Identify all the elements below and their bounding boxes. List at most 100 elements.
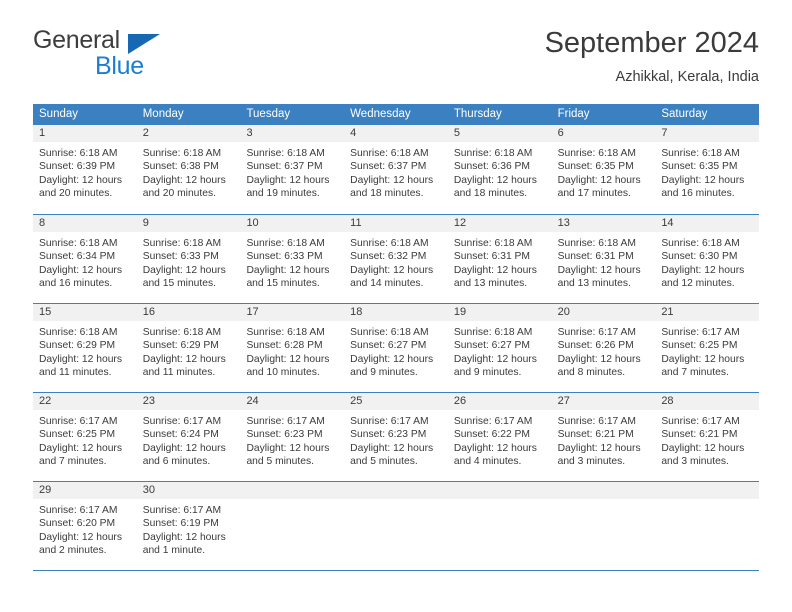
- day-number-band: 18: [344, 304, 448, 321]
- calendar-day-cell[interactable]: 26 Sunrise: 6:17 AM Sunset: 6:22 PM Dayligh…: [447, 393, 552, 481]
- daylight-duration-line1: Daylight: 12 hours: [246, 353, 330, 365]
- day-number: 9: [142, 217, 149, 229]
- daylight-duration-line1: Daylight: 12 hours: [39, 264, 122, 276]
- sunrise-time: Sunrise: 6:18 AM: [453, 238, 533, 249]
- day-number-band: 13: [551, 215, 656, 232]
- generalblue-logo[interactable]: General Blue: [33, 26, 253, 84]
- calendar-week-row: 15 Sunrise: 6:18 AM Sunset: 6:29 PM Dayligh…: [33, 303, 760, 392]
- calendar-day-cell[interactable]: 28 Sunrise: 6:17 AM Sunset: 6:21 PM Dayligh…: [655, 393, 760, 481]
- day-header-sunday: Sunday: [39, 108, 79, 120]
- calendar-cell-empty: [344, 482, 448, 570]
- day-number: 25: [350, 395, 363, 407]
- calendar-cell-empty: [240, 482, 345, 570]
- calendar-cell-empty: [447, 482, 552, 570]
- daylight-duration-line1: Daylight: 12 hours: [453, 264, 537, 276]
- day-header-thursday: Thursday: [453, 108, 502, 120]
- calendar-day-cell[interactable]: 20 Sunrise: 6:17 AM Sunset: 6:26 PM Dayligh…: [551, 304, 656, 392]
- day-number-band: 22: [33, 393, 137, 410]
- day-number-band: 3: [240, 125, 345, 142]
- sunrise-time: Sunrise: 6:18 AM: [453, 327, 533, 338]
- calendar-day-cell[interactable]: 2 Sunrise: 6:18 AM Sunset: 6:38 PM Daylight…: [136, 125, 241, 214]
- sunrise-time: Sunrise: 6:17 AM: [246, 416, 325, 427]
- sunrise-time: Sunrise: 6:17 AM: [661, 416, 740, 427]
- day-number: 22: [39, 395, 52, 407]
- calendar-day-cell[interactable]: 8 Sunrise: 6:18 AM Sunset: 6:34 PM Daylight…: [33, 215, 137, 303]
- calendar-page: General Blue September 2024 Azhikkal, Ke…: [0, 0, 792, 612]
- calendar-day-cell[interactable]: 7 Sunrise: 6:18 AM Sunset: 6:35 PM Daylight…: [655, 125, 760, 214]
- sunset-time: Sunset: 6:26 PM: [557, 340, 634, 352]
- sunrise-sunset-calendar: Sunday Monday Tuesday Wednesday Thursday…: [33, 104, 760, 571]
- calendar-day-cell[interactable]: 29 Sunrise: 6:17 AM Sunset: 6:20 PM Dayligh…: [33, 482, 137, 570]
- calendar-day-cell[interactable]: 16 Sunrise: 6:18 AM Sunset: 6:29 PM Dayligh…: [136, 304, 241, 392]
- calendar-day-cell[interactable]: 5 Sunrise: 6:18 AM Sunset: 6:36 PM Daylight…: [447, 125, 552, 214]
- page-header: General Blue September 2024 Azhikkal, Ke…: [33, 26, 759, 96]
- calendar-day-cell[interactable]: 9 Sunrise: 6:18 AM Sunset: 6:33 PM Daylight…: [136, 215, 241, 303]
- logo-text-blue: Blue: [95, 52, 144, 80]
- calendar-day-cell[interactable]: 14 Sunrise: 6:18 AM Sunset: 6:30 PM Dayligh…: [655, 215, 760, 303]
- calendar-day-cell[interactable]: 10 Sunrise: 6:18 AM Sunset: 6:33 PM Dayligh…: [240, 215, 345, 303]
- day-header-tuesday: Tuesday: [246, 108, 291, 120]
- calendar-day-cell[interactable]: 24 Sunrise: 6:17 AM Sunset: 6:23 PM Dayligh…: [240, 393, 345, 481]
- daylight-duration-line2: and 9 minutes.: [350, 367, 418, 379]
- daylight-duration-line2: and 3 minutes.: [661, 456, 729, 468]
- day-number-band: [655, 482, 760, 499]
- sunset-time: Sunset: 6:23 PM: [246, 429, 323, 441]
- sunset-time: Sunset: 6:24 PM: [142, 429, 219, 441]
- day-number: 20: [557, 306, 570, 318]
- day-number: 21: [661, 306, 674, 318]
- sunset-time: Sunset: 6:38 PM: [142, 161, 219, 173]
- day-number-band: 2: [136, 125, 241, 142]
- calendar-day-cell[interactable]: 11 Sunrise: 6:18 AM Sunset: 6:32 PM Dayligh…: [344, 215, 448, 303]
- day-number: 1: [39, 127, 46, 139]
- sunset-time: Sunset: 6:31 PM: [453, 251, 531, 263]
- sunset-time: Sunset: 6:27 PM: [453, 340, 531, 352]
- daylight-duration-line1: Daylight: 12 hours: [661, 353, 745, 365]
- day-number-band: 23: [136, 393, 241, 410]
- calendar-day-cell[interactable]: 25 Sunrise: 6:17 AM Sunset: 6:23 PM Dayligh…: [344, 393, 448, 481]
- day-number: 3: [246, 127, 253, 139]
- day-details: Sunrise: 6:18 AM Sunset: 6:31 PM Daylight:…: [552, 232, 656, 291]
- day-number: 26: [453, 395, 467, 407]
- daylight-duration-line2: and 7 minutes.: [39, 456, 107, 468]
- calendar-day-cell[interactable]: 17 Sunrise: 6:18 AM Sunset: 6:28 PM Dayligh…: [240, 304, 345, 392]
- calendar-day-cell[interactable]: 19 Sunrise: 6:18 AM Sunset: 6:27 PM Dayligh…: [447, 304, 552, 392]
- daylight-duration-line2: and 2 minutes.: [39, 545, 107, 557]
- calendar-day-cell[interactable]: 21 Sunrise: 6:17 AM Sunset: 6:25 PM Dayligh…: [655, 304, 760, 392]
- sunset-time: Sunset: 6:28 PM: [246, 340, 323, 352]
- day-header-friday: Friday: [557, 108, 590, 120]
- sunrise-time: Sunrise: 6:17 AM: [557, 327, 637, 338]
- calendar-day-cell[interactable]: 13 Sunrise: 6:18 AM Sunset: 6:31 PM Dayligh…: [551, 215, 656, 303]
- calendar-day-cell[interactable]: 12 Sunrise: 6:18 AM Sunset: 6:31 PM Dayligh…: [447, 215, 552, 303]
- daylight-duration-line1: Daylight: 12 hours: [246, 264, 330, 276]
- daylight-duration-line1: Daylight: 12 hours: [39, 174, 122, 186]
- calendar-day-cell[interactable]: 23 Sunrise: 6:17 AM Sunset: 6:24 PM Dayligh…: [136, 393, 241, 481]
- day-details: Sunrise: 6:17 AM Sunset: 6:23 PM Daylight:…: [344, 410, 448, 469]
- calendar-day-cell[interactable]: 18 Sunrise: 6:18 AM Sunset: 6:27 PM Dayligh…: [344, 304, 448, 392]
- calendar-day-cell[interactable]: 15 Sunrise: 6:18 AM Sunset: 6:29 PM Dayligh…: [33, 304, 137, 392]
- sunset-time: Sunset: 6:22 PM: [453, 429, 531, 441]
- daylight-duration-line2: and 9 minutes.: [453, 367, 522, 379]
- calendar-day-cell[interactable]: 1 Sunrise: 6:18 AM Sunset: 6:39 PM Daylight…: [33, 125, 137, 214]
- day-details: Sunrise: 6:18 AM Sunset: 6:35 PM Daylight:…: [655, 142, 759, 201]
- daylight-duration-line1: Daylight: 12 hours: [453, 442, 537, 454]
- daylight-duration-line2: and 6 minutes.: [142, 456, 211, 468]
- calendar-day-cell[interactable]: 27 Sunrise: 6:17 AM Sunset: 6:21 PM Dayligh…: [551, 393, 656, 481]
- calendar-day-cell[interactable]: 30 Sunrise: 6:17 AM Sunset: 6:19 PM Dayligh…: [136, 482, 241, 570]
- calendar-week-row: 29 Sunrise: 6:17 AM Sunset: 6:20 PM Dayligh…: [33, 481, 760, 570]
- sunrise-time: Sunrise: 6:17 AM: [453, 416, 533, 427]
- location-subtitle: Azhikkal, Kerala, India: [615, 69, 759, 85]
- sunset-time: Sunset: 6:35 PM: [661, 161, 738, 173]
- daylight-duration-line2: and 10 minutes.: [246, 367, 320, 379]
- calendar-day-cell[interactable]: 3 Sunrise: 6:18 AM Sunset: 6:37 PM Daylight…: [240, 125, 345, 214]
- daylight-duration-line1: Daylight: 12 hours: [350, 174, 434, 186]
- calendar-cell-empty: [655, 482, 760, 570]
- sunrise-time: Sunrise: 6:18 AM: [661, 148, 740, 159]
- daylight-duration-line1: Daylight: 12 hours: [142, 353, 226, 365]
- sunset-time: Sunset: 6:21 PM: [661, 429, 738, 441]
- calendar-day-cell[interactable]: 6 Sunrise: 6:18 AM Sunset: 6:35 PM Daylight…: [551, 125, 656, 214]
- calendar-day-cell[interactable]: 22 Sunrise: 6:17 AM Sunset: 6:25 PM Dayligh…: [33, 393, 137, 481]
- sunrise-time: Sunrise: 6:18 AM: [246, 148, 325, 159]
- day-details: Sunrise: 6:17 AM Sunset: 6:25 PM Daylight:…: [655, 321, 759, 380]
- sunrise-time: Sunrise: 6:18 AM: [142, 238, 222, 249]
- calendar-day-cell[interactable]: 4 Sunrise: 6:18 AM Sunset: 6:37 PM Daylight…: [344, 125, 448, 214]
